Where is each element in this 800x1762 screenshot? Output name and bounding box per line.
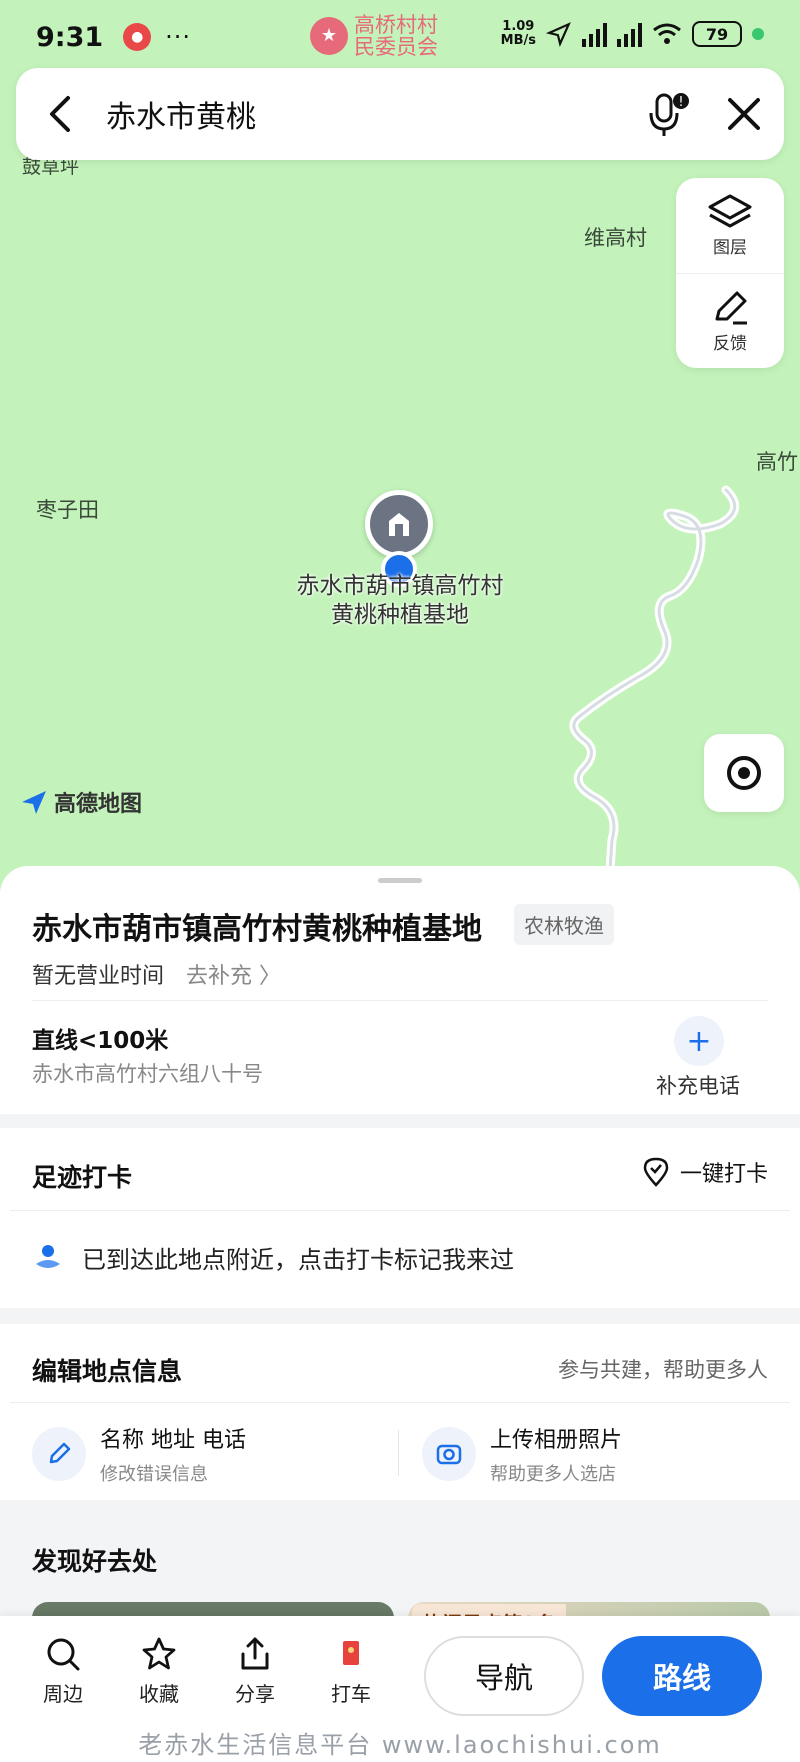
camera-icon — [422, 1427, 476, 1481]
share-label: 分享 — [235, 1682, 275, 1706]
map-brand-text: 高德地图 — [54, 792, 143, 817]
share-icon — [241, 1637, 269, 1670]
checkin-pin-icon — [643, 1157, 669, 1187]
back-button[interactable] — [16, 68, 106, 160]
layers-icon — [708, 194, 752, 228]
network-speed-value: 1.09 — [502, 19, 535, 34]
divider — [10, 1402, 790, 1403]
edit-item1-sub: 修改错误信息 — [100, 1464, 208, 1485]
building-icon — [389, 513, 409, 536]
red-envelope-icon — [343, 1641, 359, 1665]
poi-map-label: 赤水市葫市镇高竹村黄桃种植基地 — [296, 573, 504, 628]
network-speed-unit: MB/s — [500, 33, 536, 48]
watermark-stamp: ★ 高桥村村 民委员会 — [310, 14, 438, 58]
footprint-icon — [36, 1244, 60, 1268]
notification-icon: ● — [123, 23, 152, 51]
bottom-action-bar: 周边 收藏 分享 打车 导航 路线 — [0, 1616, 800, 1732]
close-icon — [728, 98, 760, 130]
clear-search-button[interactable] — [704, 68, 784, 160]
wifi-icon — [653, 23, 681, 44]
divider — [10, 1210, 790, 1211]
feedback-label: 反馈 — [713, 333, 747, 354]
map-label-village-west: 枣子田 — [36, 498, 99, 522]
divider — [32, 1000, 768, 1001]
stamp-line2: 民委员会 — [354, 35, 438, 59]
edit-item2-sub: 帮助更多人选店 — [490, 1464, 616, 1485]
status-time: 9:31 — [36, 21, 104, 53]
favorite-button[interactable]: 收藏 — [124, 1636, 194, 1707]
edit-item2-title: 上传相册照片 — [490, 1428, 623, 1453]
chevron-left-icon — [50, 96, 70, 132]
voice-search-button[interactable]: ! — [634, 68, 704, 160]
poi-marker[interactable] — [365, 490, 433, 558]
divider — [398, 1430, 399, 1476]
nearby-button[interactable]: 周边 — [28, 1636, 98, 1707]
watermark-text: 老赤水生活信息平台 www.laochishui.com — [0, 1722, 800, 1762]
microphone-icon: ! — [649, 93, 689, 136]
network-speed: 1.09 MB/s — [501, 20, 536, 48]
battery-icon: 79 — [692, 21, 742, 47]
location-arrow-icon — [546, 22, 571, 47]
place-summary-card: 赤水市葫市镇高竹村黄桃种植基地 农林牧渔 暂无营业时间 去补充 〉 直线<100… — [0, 866, 800, 1114]
sheet-handle[interactable] — [378, 878, 422, 883]
locate-icon — [727, 756, 761, 790]
edit-item1-title: 名称 地址 电话 — [100, 1428, 246, 1453]
add-phone-button[interactable]: + — [674, 1016, 724, 1066]
arrived-message-text: 已到达此地点附近，点击打卡标记我来过 — [82, 1246, 514, 1274]
search-icon — [47, 1638, 80, 1671]
search-input[interactable]: 赤水市黄桃 — [106, 92, 634, 136]
upload-photos[interactable]: 上传相册照片 帮助更多人选店 — [422, 1422, 622, 1486]
map-label-edge-right: 高竹 — [756, 450, 798, 474]
stamp-icon: ★ — [310, 17, 348, 55]
signal-icon — [582, 21, 607, 47]
add-hours-link[interactable]: 去补充 〉 — [186, 958, 281, 990]
arrived-message[interactable]: 已到达此地点附近，点击打卡标记我来过 — [32, 1240, 514, 1275]
one-click-checkin-label: 一键打卡 — [679, 1162, 768, 1187]
route-button[interactable]: 路线 — [602, 1636, 762, 1716]
category-tag: 农林牧渔 — [514, 904, 614, 945]
edit-icon — [32, 1427, 86, 1481]
feedback-button[interactable]: 反馈 — [676, 273, 784, 368]
search-bar: 赤水市黄桃 ! — [16, 68, 784, 160]
share-button[interactable]: 分享 — [220, 1636, 290, 1707]
edit-name-address-phone[interactable]: 名称 地址 电话 修改错误信息 — [32, 1422, 246, 1486]
layers-label: 图层 — [713, 238, 747, 258]
status-dot — [752, 28, 764, 40]
my-location-button[interactable] — [704, 734, 784, 812]
one-click-checkin-button[interactable]: 一键打卡 — [642, 1156, 768, 1188]
taxi-label: 打车 — [331, 1682, 371, 1706]
edit-info-card: 编辑地点信息 参与共建，帮助更多人 名称 地址 电话 修改错误信息 上传相册照片… — [0, 1324, 800, 1500]
taxi-button[interactable]: 打车 — [316, 1636, 386, 1707]
layers-button[interactable]: 图层 — [676, 178, 784, 273]
business-hours: 暂无营业时间 — [32, 964, 165, 989]
amap-logo-icon — [22, 791, 46, 814]
map-brand: 高德地图 — [20, 786, 142, 818]
map-tools-panel: 图层 反馈 — [676, 178, 784, 368]
edit-info-subtitle: 参与共建，帮助更多人 — [558, 1358, 768, 1382]
address: 赤水市高竹村六组八十号 — [32, 1062, 263, 1086]
status-right: 1.09 MB/s 79 — [501, 20, 764, 48]
discover-heading: 发现好去处 — [32, 1547, 158, 1576]
add-phone-label[interactable]: 补充电话 — [656, 1070, 740, 1100]
star-icon — [142, 1637, 176, 1670]
edit-info-heading: 编辑地点信息 — [32, 1357, 183, 1386]
checkin-heading: 足迹打卡 — [32, 1163, 133, 1192]
status-bar: 9:31 ● ··· ★ 高桥村村 民委员会 1.09 MB/s 79 — [0, 0, 800, 74]
status-more: ··· — [165, 23, 192, 51]
place-title: 赤水市葫市镇高竹村黄桃种植基地 — [32, 912, 482, 947]
distance: 直线<100米 — [32, 1028, 169, 1054]
map-label-village-east: 维高村 — [584, 226, 647, 250]
favorite-label: 收藏 — [139, 1682, 179, 1706]
checkin-card: 足迹打卡 一键打卡 已到达此地点附近，点击打卡标记我来过 — [0, 1128, 800, 1308]
stamp-line1: 高桥村村 — [354, 13, 438, 37]
plus-icon: + — [686, 1023, 712, 1059]
svg-text:!: ! — [678, 95, 683, 110]
pencil-icon — [715, 291, 747, 324]
navigate-button[interactable]: 导航 — [424, 1636, 584, 1716]
nearby-label: 周边 — [43, 1682, 83, 1706]
signal-icon-2 — [617, 21, 642, 47]
